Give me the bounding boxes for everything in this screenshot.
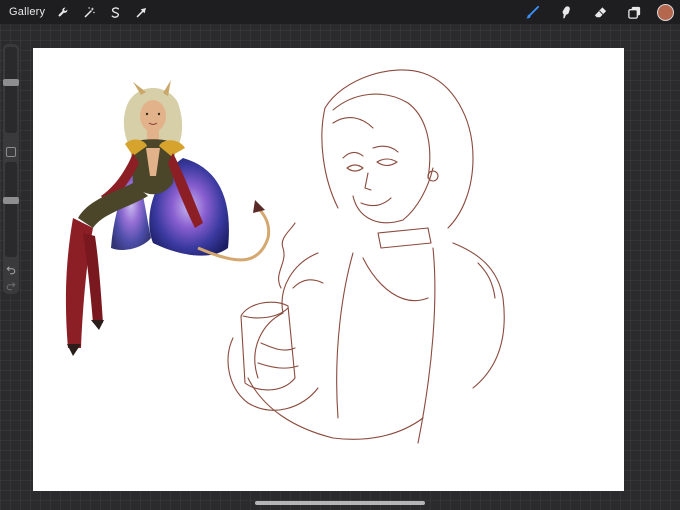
bangs: [332, 117, 374, 129]
gallery-button[interactable]: Gallery: [9, 6, 45, 18]
brush-size-knob[interactable]: [3, 79, 19, 86]
coat-bottom: [247, 377, 424, 440]
ear-gauge: [427, 170, 439, 182]
home-indicator: [255, 501, 425, 505]
nose: [364, 172, 372, 191]
square-icon[interactable]: [6, 147, 16, 157]
hood-outline: [324, 69, 474, 229]
brow-left: [342, 151, 364, 159]
redo-icon[interactable]: [5, 280, 17, 292]
jaw: [352, 167, 434, 224]
smile: [360, 197, 392, 207]
hand-outline: [227, 337, 319, 411]
fur-texture: [292, 262, 496, 299]
brush-size-slider[interactable]: [3, 47, 19, 133]
steam: [278, 222, 296, 289]
colored-demon-character: [65, 80, 271, 356]
eraser-icon[interactable]: [591, 3, 609, 21]
fur-collar: [254, 242, 505, 389]
face: [140, 100, 166, 132]
eye-left: [145, 112, 149, 116]
boot-right: [83, 233, 103, 323]
hair-outline: [332, 93, 431, 179]
smudge-icon[interactable]: [557, 3, 575, 21]
eye-right-sketch: [376, 158, 398, 167]
wrench-icon[interactable]: [55, 4, 71, 20]
eye-right: [157, 112, 161, 116]
opacity-slider[interactable]: [3, 162, 19, 257]
undo-icon[interactable]: [5, 264, 17, 276]
drawing-canvas[interactable]: [33, 48, 624, 491]
opacity-knob[interactable]: [3, 197, 19, 204]
brow-right: [372, 145, 399, 153]
tail-tip: [253, 200, 265, 213]
transform-arrow-icon[interactable]: [133, 4, 149, 20]
color-swatch[interactable]: [657, 3, 674, 21]
face-left-outline: [321, 107, 339, 209]
selection-icon[interactable]: [107, 4, 123, 20]
coffee-drinker-line-sketch: [227, 69, 505, 444]
mug-rim: [242, 307, 289, 319]
hoof-right: [91, 320, 104, 330]
eye-left-sketch: [346, 164, 364, 172]
scarf: [362, 257, 429, 302]
top-toolbar: Gallery: [0, 0, 680, 24]
coat-front: [336, 247, 436, 444]
right-tool-group: [507, 0, 674, 24]
left-sidebar: [3, 44, 19, 294]
layers-icon[interactable]: [625, 3, 643, 21]
brush-icon[interactable]: [523, 3, 541, 21]
magic-wand-icon[interactable]: [81, 4, 97, 20]
choker: [377, 227, 432, 249]
hoof-left: [67, 344, 81, 356]
